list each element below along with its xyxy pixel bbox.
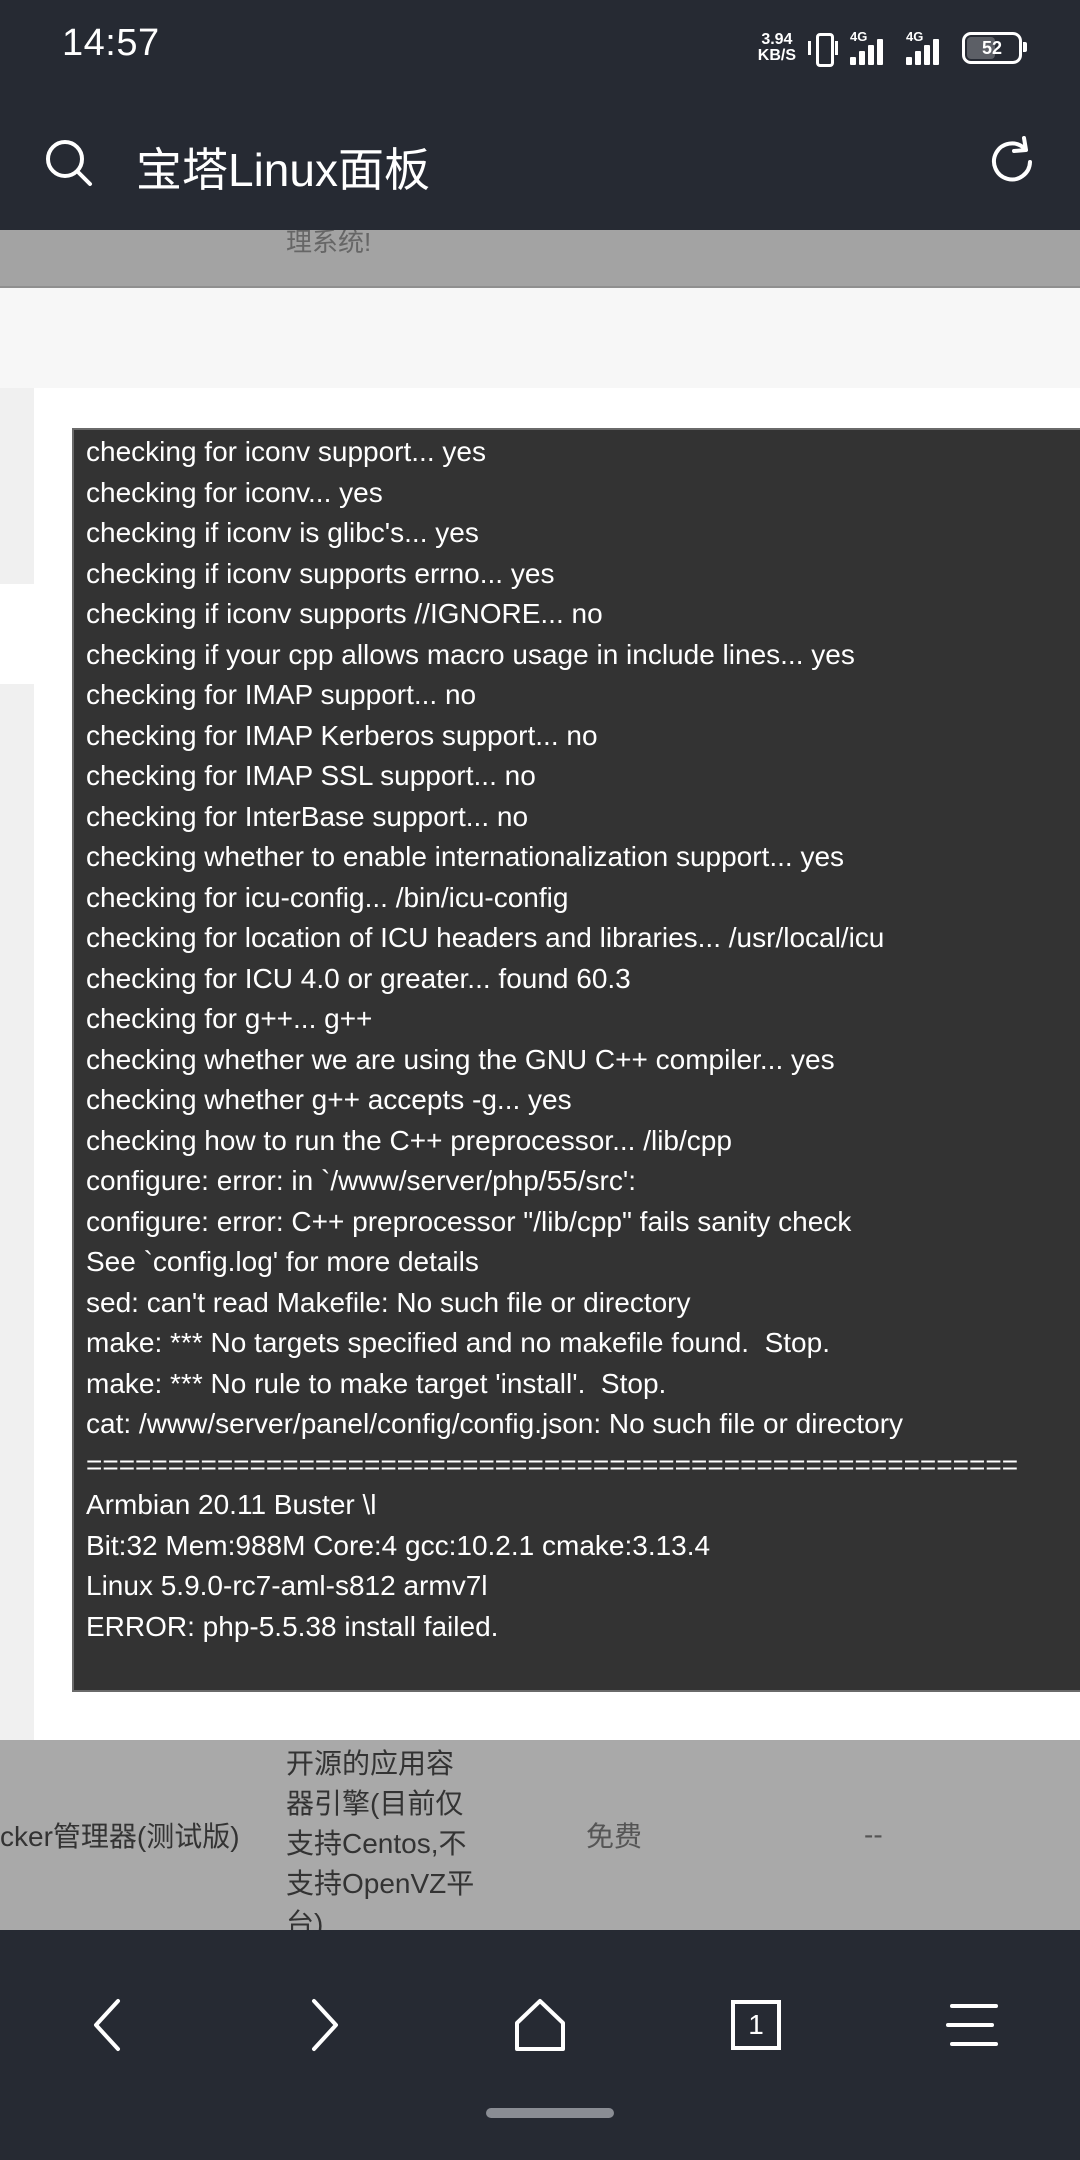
terminal-line: configure: error: in `/www/server/php/55… [86, 1165, 636, 1196]
terminal-line: sed: can't read Makefile: No such file o… [86, 1286, 691, 1318]
tabs-icon: 1 [731, 2000, 781, 2050]
home-icon [515, 1999, 565, 2051]
network-speed-unit: KB/S [757, 47, 796, 64]
status-bar: 14:57 3.94 KB/S 4G 4G 52 [0, 0, 1080, 96]
description-line: 器引擎(目前仅 [286, 1788, 464, 1819]
forward-icon [312, 1999, 338, 2051]
forward-button[interactable] [274, 1980, 374, 2070]
terminal-line: checking how to run the C++ preprocessor… [86, 1124, 732, 1156]
battery-level: 52 [981, 37, 1003, 58]
terminal-line: checking whether to enable international… [86, 841, 845, 872]
terminal-line: checking if iconv supports //IGNORE... n… [86, 598, 603, 629]
description-line: 支持OpenVZ平 [286, 1868, 475, 1899]
status-icons: 3.94 KB/S 4G 4G 52 [758, 28, 1027, 68]
install-log-terminal[interactable]: checking for iconv support... yes checkin… [72, 428, 1080, 1692]
description-line: 台) [286, 1908, 324, 1930]
terminal-line: checking for g++... g++ [86, 1003, 373, 1034]
terminal-line: ========================================… [86, 1448, 1019, 1480]
terminal-line: Bit:32 Mem:988M Core:4 gcc:10.2.1 cmake:… [86, 1529, 711, 1561]
terminal-line: checking for ICU 4.0 or greater... found… [86, 962, 631, 994]
terminal-line: configure: error: C++ preprocessor "/lib… [86, 1205, 852, 1237]
left-edge-notch [0, 584, 34, 684]
battery-icon: 52 [962, 32, 1027, 64]
signal-icon: 4G [850, 29, 894, 65]
vibrate-icon [808, 31, 838, 67]
page-header-strip: 理系统! [0, 230, 1080, 288]
home-button[interactable] [490, 1980, 590, 2070]
terminal-line: checking for icu-config... /bin/icu-conf… [86, 881, 569, 913]
network-speed: 3.94 KB/S [758, 32, 796, 64]
terminal-line: cat: /www/server/panel/config/config.jso… [86, 1408, 904, 1439]
page-title: 宝塔Linux面板 [136, 144, 430, 196]
description-line: 开源的应用容 [286, 1748, 455, 1779]
search-button[interactable] [40, 134, 96, 190]
plugin-price: 免费 [586, 1821, 643, 1852]
terminal-line: checking for location of ICU headers and… [86, 922, 885, 953]
description-line: 支持Centos,不 [286, 1828, 467, 1859]
terminal-line: checking if iconv is glibc's... yes [86, 517, 479, 548]
home-indicator[interactable] [486, 2108, 614, 2118]
plugin-description: 开源的应用容 器引擎(目前仅 支持Centos,不 支持OpenVZ平 台) [286, 1744, 486, 1930]
terminal-line: checking if iconv supports errno... yes [86, 557, 555, 589]
back-icon [94, 1999, 120, 2051]
search-icon [46, 140, 92, 186]
back-button[interactable] [58, 1980, 158, 2070]
tab-count: 1 [748, 2009, 764, 2040]
terminal-line: make: *** No rule to make target 'instal… [86, 1367, 667, 1399]
terminal-line: checking for InterBase support... no [86, 800, 529, 832]
terminal-line: ERROR: php-5.5.38 install failed. [86, 1610, 499, 1642]
terminal-line: Linux 5.9.0-rc7-aml-s812 armv7l [86, 1570, 488, 1601]
faded-text: 理系统! [286, 230, 372, 257]
plugin-name[interactable]: cker管理器(测试版) [0, 1740, 240, 1930]
plugin-expire: -- [864, 1819, 883, 1850]
terminal-line: Armbian 20.11 Buster \l [86, 1489, 377, 1520]
browser-top-bar: 宝塔Linux面板 [0, 96, 1080, 230]
network-speed-value: 3.94 [761, 31, 793, 48]
menu-button[interactable] [922, 1980, 1022, 2070]
web-content: 理系统! checking for iconv support... yes ch… [0, 230, 1080, 1930]
table-row: cker管理器(测试版) 开源的应用容 器引擎(目前仅 支持Centos,不 支… [0, 1740, 1080, 1930]
terminal-line: make: *** No targets specified and no ma… [86, 1327, 830, 1358]
terminal-line: checking for IMAP SSL support... no [86, 760, 536, 791]
terminal-line: checking for IMAP Kerberos support... no [86, 719, 598, 751]
signal-icon-2: 4G [906, 29, 950, 65]
tabs-button[interactable]: 1 [706, 1980, 806, 2070]
refresh-icon [992, 136, 1032, 182]
terminal-line: checking for IMAP support... no [86, 679, 477, 710]
terminal-line: checking for iconv... yes [86, 476, 383, 508]
modal-header-bar [0, 288, 1080, 388]
browser-bottom-nav: 1 [0, 1930, 1080, 2160]
terminal-line: checking for iconv support... yes [86, 436, 486, 467]
install-log-modal: checking for iconv support... yes checkin… [34, 388, 1080, 1740]
terminal-lines: checking for iconv support... yes checkin… [74, 432, 1018, 1647]
terminal-line: See `config.log' for more details [86, 1246, 479, 1277]
terminal-line: checking whether we are using the GNU C+… [86, 1043, 835, 1075]
terminal-line: checking whether g++ accepts -g... yes [86, 1084, 572, 1115]
menu-icon [946, 2004, 998, 2046]
terminal-line: checking if your cpp allows macro usage … [86, 638, 855, 670]
refresh-button[interactable] [984, 134, 1040, 190]
status-time: 14:57 [62, 22, 160, 64]
